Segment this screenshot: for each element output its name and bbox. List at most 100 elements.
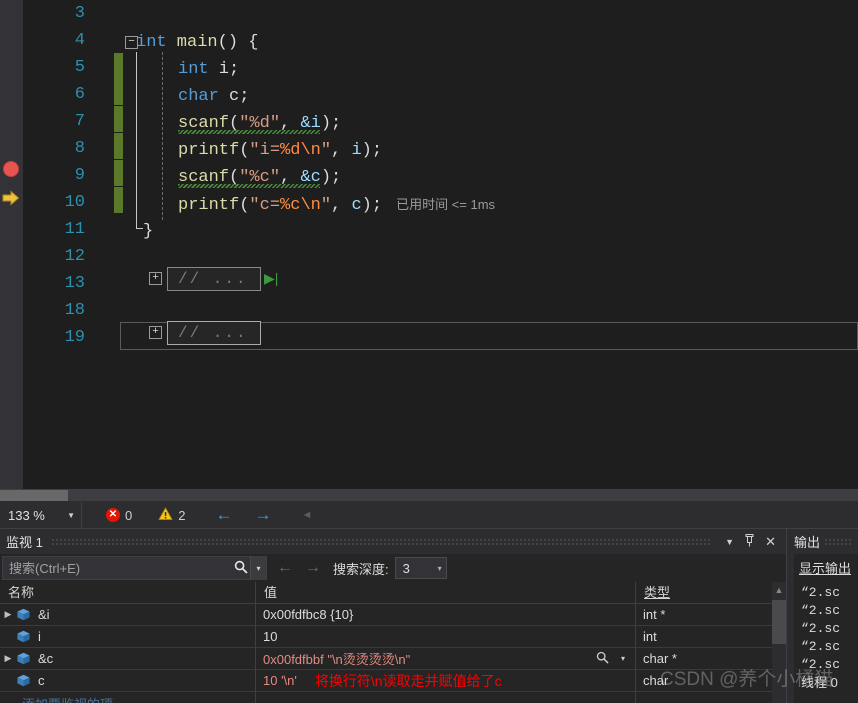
- watch-name-cell[interactable]: i: [0, 625, 256, 648]
- error-count[interactable]: ✕ 0: [106, 508, 132, 523]
- watch-name-cell[interactable]: c: [0, 669, 256, 692]
- watch-value-cell[interactable]: 10: [256, 625, 636, 648]
- code-editor[interactable]: 3 4 5 6 7 8 9 10 11 12 13 18 19 − int ma…: [0, 0, 858, 489]
- chevron-down-icon[interactable]: ▾: [621, 654, 625, 663]
- paren-close-semi: );: [320, 114, 342, 133]
- paren-close-semi: );: [361, 141, 383, 160]
- variable-icon: [16, 630, 32, 644]
- search-icon[interactable]: [232, 560, 250, 577]
- watch-variable-type: int *: [643, 607, 666, 622]
- search-options-dropdown[interactable]: ▾: [250, 556, 266, 580]
- watch-add-row[interactable]: 添加要监视的项: [0, 692, 786, 703]
- search-input[interactable]: [3, 560, 232, 576]
- pin-icon[interactable]: [744, 533, 755, 550]
- breakpoint-gutter[interactable]: [0, 0, 23, 489]
- watch-name-cell[interactable]: ▶ &i: [0, 603, 256, 626]
- close-icon[interactable]: ✕: [765, 534, 776, 550]
- decl-rest: c;: [218, 87, 250, 106]
- scroll-up-icon[interactable]: ▲: [772, 582, 786, 598]
- variable-icon: [16, 608, 32, 622]
- zoom-level-value: 133 %: [8, 507, 45, 523]
- run-to-here-icon[interactable]: ▶|: [264, 270, 278, 287]
- watch-name-cell[interactable]: ▶ &c: [0, 647, 256, 670]
- zoom-level-selector[interactable]: 133 % ▼: [0, 502, 82, 528]
- watch-table[interactable]: 名称 值 类型 ▶ &i 0x00fdfbc8 {10} int * i 10 …: [0, 581, 786, 703]
- punctuation: () {: [217, 33, 259, 52]
- chevron-down-icon: ▾: [437, 563, 442, 573]
- string-visualizer-icon[interactable]: [596, 651, 609, 667]
- format-specifier: %c: [280, 196, 301, 215]
- annotation-text: 将换行符\n读取走并赋值给了c: [314, 672, 502, 689]
- warning-count-value: 2: [178, 507, 186, 523]
- watch-vertical-scrollbar[interactable]: ▲: [772, 582, 786, 703]
- watch-variable-type: char: [643, 673, 669, 688]
- watch-value-cell[interactable]: 10 '\n' 将换行符\n读取走并赋值给了c: [256, 669, 636, 692]
- navigate-forward-icon[interactable]: →: [254, 505, 271, 525]
- column-header-value[interactable]: 值: [256, 581, 636, 604]
- line-number: 6: [74, 85, 85, 104]
- watch-value-cell[interactable]: 0x00fdfbbf "\n烫烫烫烫\n" ▾: [256, 647, 636, 670]
- string-suffix: ": [320, 196, 332, 215]
- output-toolbar: 显示输出: [787, 554, 858, 580]
- warning-count[interactable]: 2: [158, 506, 186, 524]
- line-number: 4: [74, 31, 85, 50]
- scrollbar-thumb[interactable]: [772, 600, 786, 644]
- watch-type-cell: char *: [636, 648, 784, 670]
- paren-close-semi: );: [361, 196, 383, 215]
- search-field-container[interactable]: ▾: [2, 556, 267, 580]
- visual-studio-debug-window: 3 4 5 6 7 8 9 10 11 12 13 18 19 − int ma…: [0, 0, 858, 703]
- collapse-toolbar-icon[interactable]: ◄: [301, 509, 312, 521]
- watch-add-name-cell[interactable]: 添加要监视的项: [0, 692, 256, 703]
- expand-toggle-icon[interactable]: ▶: [0, 653, 16, 664]
- changed-line-marker: [114, 187, 123, 213]
- column-header-name[interactable]: 名称: [0, 581, 256, 604]
- watch-variable-name: &c: [38, 651, 54, 666]
- panel-drag-grip[interactable]: [50, 538, 713, 545]
- search-next-icon[interactable]: →: [305, 559, 321, 577]
- error-count-value: 0: [125, 507, 133, 523]
- output-line: “2.sc: [801, 621, 841, 636]
- indent-guide: [162, 52, 163, 220]
- watch-value-cell[interactable]: 0x00fdfbc8 {10}: [256, 603, 636, 626]
- changed-line-marker: [114, 133, 123, 159]
- arg-i: i: [351, 141, 362, 160]
- watch-variable-type: int: [643, 629, 657, 644]
- search-depth-selector[interactable]: 3 ▾: [394, 557, 447, 579]
- watch-panel: 监视 1 ▼ ✕ ▾: [0, 528, 786, 703]
- watch-variable-value: 0x00fdfbc8 {10}: [263, 607, 354, 622]
- navigate-back-icon[interactable]: ←: [215, 505, 232, 525]
- output-line: “2.sc: [801, 639, 841, 654]
- scope-bracket: [136, 52, 143, 229]
- escape-newline: \n: [300, 196, 321, 215]
- keyword-char: char: [178, 87, 219, 106]
- changed-line-marker: [114, 106, 123, 132]
- collapsed-region-13[interactable]: // ...: [167, 267, 261, 291]
- fold-toggle-region-19[interactable]: +: [149, 326, 162, 339]
- search-depth-value: 3: [402, 560, 410, 576]
- code-content[interactable]: 3 4 5 6 7 8 9 10 11 12 13 18 19 − int ma…: [23, 0, 858, 489]
- fold-toggle-region-13[interactable]: +: [149, 272, 162, 285]
- expand-toggle-icon[interactable]: ▶: [0, 609, 16, 620]
- column-header-type[interactable]: 类型: [636, 582, 772, 604]
- code-line-decl-i: int i;: [178, 56, 239, 83]
- output-text-area[interactable]: “2.sc “2.sc “2.sc “2.sc “2.sc 线程 0: [787, 580, 858, 703]
- line-number: 10: [64, 193, 85, 212]
- search-prev-icon[interactable]: ←: [277, 559, 293, 577]
- watch-add-value-cell[interactable]: [256, 692, 636, 703]
- table-row[interactable]: i 10 int: [0, 625, 786, 648]
- table-row[interactable]: ▶ &c 0x00fdfbbf "\n烫烫烫烫\n" ▾ char *: [0, 647, 786, 670]
- collapsed-region-19[interactable]: // ...: [167, 321, 261, 345]
- output-panel-titlebar: 输出: [787, 529, 858, 554]
- breakpoint-icon[interactable]: [3, 161, 19, 177]
- paren-open: (: [239, 196, 250, 215]
- watch-add-type-cell: [636, 692, 784, 703]
- scrollbar-thumb[interactable]: [0, 490, 68, 501]
- chevron-down-icon[interactable]: ▼: [725, 537, 734, 547]
- table-row[interactable]: c 10 '\n' 将换行符\n读取走并赋值给了c char: [0, 669, 786, 692]
- panel-drag-grip[interactable]: [824, 538, 851, 545]
- line-number: 5: [74, 58, 85, 77]
- table-row[interactable]: ▶ &i 0x00fdfbc8 {10} int *: [0, 603, 786, 626]
- output-show-label[interactable]: 显示输出: [799, 558, 851, 577]
- editor-horizontal-scrollbar[interactable]: [0, 490, 858, 501]
- watch-variable-value: 10 '\n': [263, 673, 297, 688]
